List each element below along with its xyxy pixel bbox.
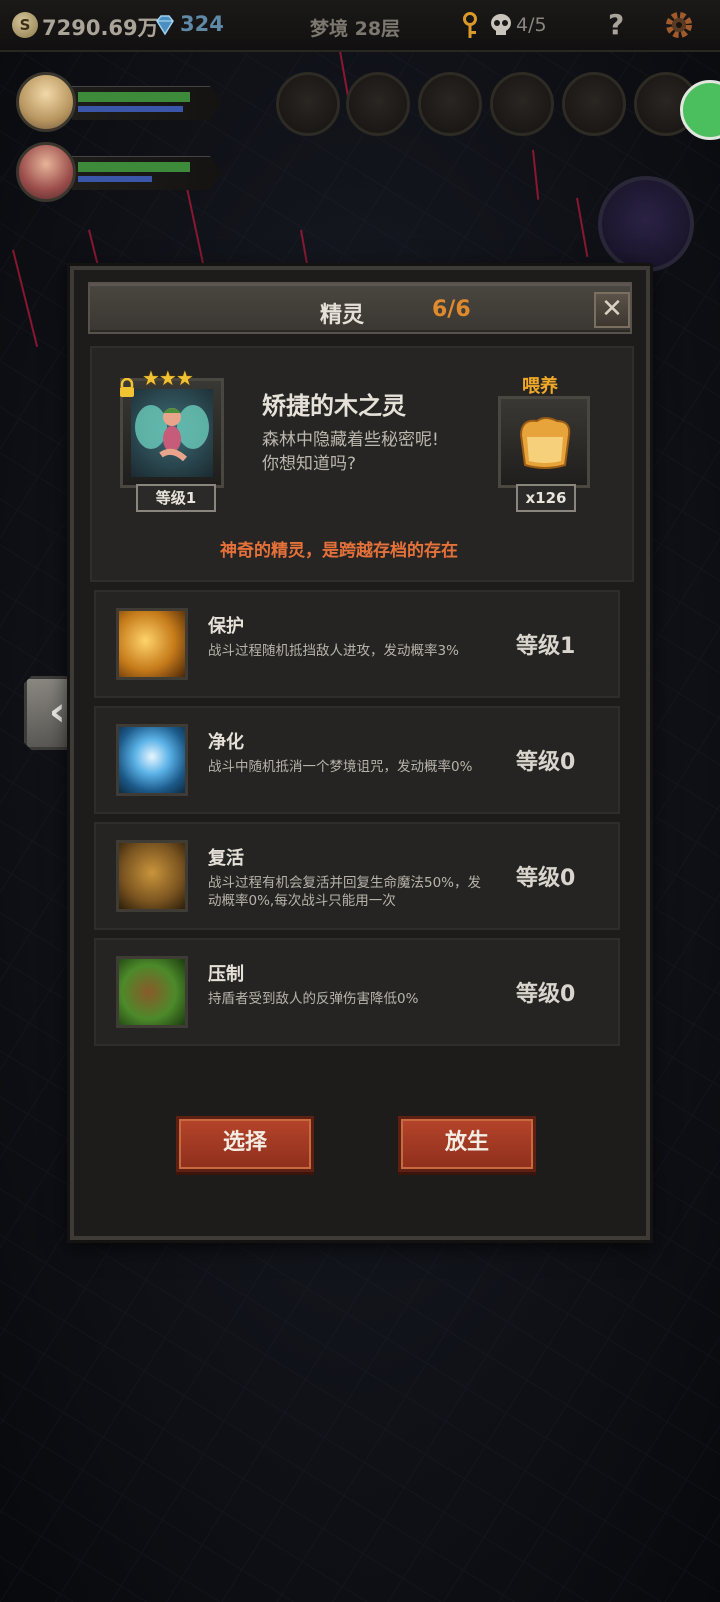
spirit-name: 矫捷的木之灵 (262, 392, 406, 420)
hero-portrait-2[interactable] (16, 142, 76, 202)
game-screen: S 7290.69万 324 梦境 28层 4/5 ? ‹ 精灵 6/6 ✕ ★… (0, 0, 720, 1602)
spirit-dialog: 精灵 6/6 ✕ ★★★ 等级1 矫捷的木之灵 森林中隐藏着些秘密呢! 你想知道… (70, 266, 650, 1240)
revive-icon (119, 843, 185, 909)
spirit-description-line: 你想知道吗? (262, 454, 357, 474)
hero-mp-bar (78, 176, 152, 182)
equip-slot-potion[interactable] (418, 72, 482, 136)
suppress-icon (119, 959, 185, 1025)
skill-name: 压制 (208, 964, 244, 985)
wood-spirit-image (131, 389, 213, 477)
hero-status-1[interactable] (16, 72, 222, 138)
skill-row[interactable]: 净化 战斗中随机抵消一个梦境诅咒，发动概率0% 等级0 (94, 706, 620, 814)
rarity-stars-icon: ★★★ (142, 366, 194, 390)
skill-level: 等级0 (516, 982, 576, 1007)
skill-name: 净化 (208, 732, 244, 753)
spirit-tagline: 神奇的精灵，是跨越存档的存在 (220, 541, 458, 561)
dialog-header: 精灵 6/6 ✕ (88, 282, 632, 334)
skill-description: 战斗中随机抵消一个梦境诅咒，发动概率0% (208, 759, 473, 775)
dialog-title: 精灵 (320, 303, 365, 328)
skill-description: 战斗过程有机会复活并回复生命魔法50%，发动概率0%,每次战斗只能用一次 (208, 875, 482, 909)
skill-description: 战斗过程随机抵挡敌人进攻，发动概率3% (208, 643, 459, 659)
hero-portrait-1[interactable] (16, 72, 76, 132)
equip-slot-scroll[interactable] (562, 72, 626, 136)
skill-level: 等级0 (516, 866, 576, 891)
skill-level: 等级1 (516, 634, 576, 659)
key-icon (463, 12, 477, 38)
coin-icon: S (12, 12, 38, 38)
feed-label: 喂养 (522, 376, 558, 397)
skill-icon-frame (116, 840, 188, 912)
skill-description: 持盾者受到敌人的反弹伤害降低0% (208, 991, 419, 1007)
spirit-description-line: 森林中隐藏着些秘密呢! (262, 430, 439, 450)
hero-hp-bar (78, 162, 190, 172)
feed-button[interactable] (498, 396, 590, 488)
companion-portrait[interactable] (598, 176, 694, 272)
dream-floor-label: 梦境 28层 (310, 18, 401, 40)
diamond-icon (156, 15, 174, 36)
hero-hp-bar (78, 92, 190, 102)
fairy-icon (135, 405, 209, 462)
equip-slot-bell[interactable] (346, 72, 410, 136)
gold-amount: 7290.69万 (42, 16, 159, 40)
spirit-level-badge: 等级1 (136, 484, 216, 512)
skill-name: 复活 (208, 848, 244, 869)
spirit-info-panel: ★★★ 等级1 矫捷的木之灵 森林中隐藏着些秘密呢! 你想知道吗? 喂养 x12… (90, 346, 634, 582)
skill-row[interactable]: 压制 持盾者受到敌人的反弹伤害降低0% 等级0 (94, 938, 620, 1046)
skill-row[interactable]: 保护 战斗过程随机抵挡敌人进攻，发动概率3% 等级1 (94, 590, 620, 698)
close-button[interactable]: ✕ (594, 292, 630, 328)
lock-icon (120, 378, 134, 397)
skill-row[interactable]: 复活 战斗过程有机会复活并回复生命魔法50%，发动概率0%,每次战斗只能用一次 … (94, 822, 620, 930)
spirit-description: 森林中隐藏着些秘密呢! 你想知道吗? (262, 428, 492, 476)
skill-icon-frame (116, 724, 188, 796)
skill-name: 保护 (208, 616, 244, 637)
gem-amount: 324 (180, 12, 224, 36)
select-button[interactable]: 选择 (176, 1116, 314, 1172)
equip-slot-weapon[interactable] (276, 72, 340, 136)
food-count: x126 (516, 484, 576, 512)
chevron-left-icon: ‹ (49, 689, 66, 735)
protect-icon (119, 611, 185, 677)
hero-status-2[interactable] (16, 142, 222, 208)
skull-icon (491, 14, 511, 35)
spirit-count: 6/6 (432, 297, 471, 322)
skill-level: 等级0 (516, 750, 576, 775)
settings-gear-icon[interactable] (662, 8, 696, 42)
skill-icon-frame (116, 956, 188, 1028)
top-status-bar: S 7290.69万 324 梦境 28层 4/5 ? (0, 0, 720, 52)
equip-slot-coffin[interactable] (490, 72, 554, 136)
help-icon[interactable]: ? (608, 8, 624, 41)
hero-mp-bar (78, 106, 183, 112)
purify-icon (119, 727, 185, 793)
bread-icon (519, 417, 571, 469)
release-button[interactable]: 放生 (398, 1116, 536, 1172)
skill-icon-frame (116, 608, 188, 680)
keys-count: 4/5 (516, 14, 547, 36)
